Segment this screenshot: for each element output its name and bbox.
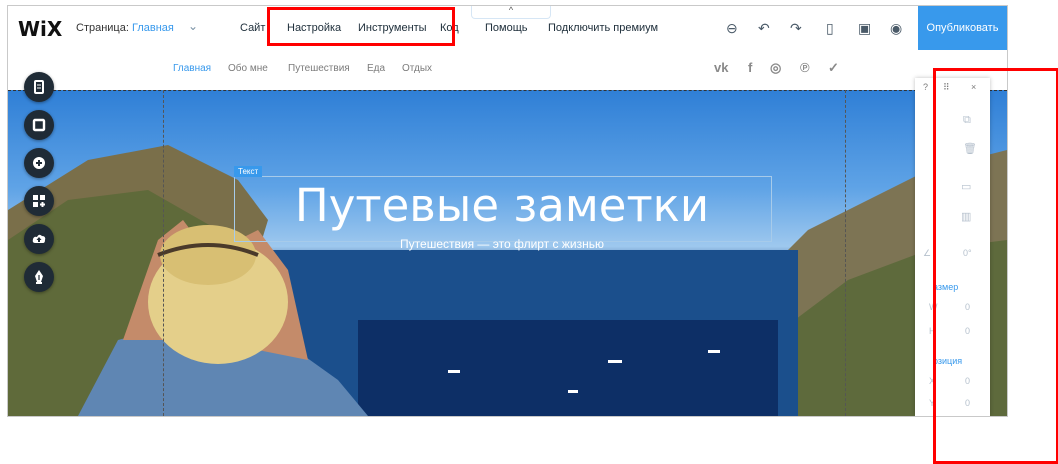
publish-button[interactable]: Опубликовать <box>918 6 1007 50</box>
editor-window: WiX Страница: Главная ⌄ Сайт Настройка И… <box>7 5 1008 417</box>
page-selector[interactable]: Страница: Главная <box>76 22 174 34</box>
instagram-icon[interactable]: ◎ <box>770 60 781 76</box>
undo-icon[interactable]: ↶ <box>758 20 770 37</box>
twitter-icon[interactable]: ✓ <box>828 60 839 76</box>
collapse-handle[interactable]: ^ <box>471 6 551 19</box>
page-label: Страница: <box>76 22 129 34</box>
site-navigation: Главная Обо мне Путешествия Еда Отдых vk… <box>8 50 1007 90</box>
nav-rest[interactable]: Отдых <box>402 63 432 74</box>
editor-topbar: WiX Страница: Главная ⌄ Сайт Настройка И… <box>8 6 1007 51</box>
menu-upgrade[interactable]: Подключить премиум <box>548 22 658 34</box>
hero-background-image <box>8 90 1007 416</box>
upload-media-icon[interactable] <box>24 224 54 254</box>
facebook-icon[interactable]: f <box>748 60 752 75</box>
zoom-out-icon[interactable]: ⊖ <box>726 20 738 37</box>
wix-logo[interactable]: WiX <box>18 17 62 41</box>
highlight-inspector-panel <box>933 68 1058 464</box>
page-value: Главная <box>131 22 174 34</box>
chevron-down-icon[interactable]: ⌄ <box>188 19 198 33</box>
nav-home[interactable]: Главная <box>173 63 211 74</box>
add-apps-icon[interactable] <box>24 186 54 216</box>
hero-scene <box>8 145 1007 416</box>
blog-pen-icon[interactable] <box>24 262 54 292</box>
pinterest-icon[interactable]: ℗ <box>800 60 810 75</box>
add-element-icon[interactable] <box>24 148 54 178</box>
save-icon[interactable]: ▣ <box>858 20 871 37</box>
nav-food[interactable]: Еда <box>367 63 385 74</box>
guide-left <box>163 90 164 416</box>
section-guide-top <box>8 90 1007 91</box>
help-icon[interactable]: ? <box>923 82 928 92</box>
pages-menu-icon[interactable] <box>24 72 54 102</box>
mobile-view-icon[interactable]: ▯ <box>826 20 834 37</box>
preview-eye-icon[interactable]: ◉ <box>890 20 902 37</box>
menu-help[interactable]: Помощь <box>485 22 528 34</box>
nav-about[interactable]: Обо мне <box>228 63 268 74</box>
menu-site[interactable]: Сайт <box>240 22 265 34</box>
vk-icon[interactable]: vk <box>714 60 728 75</box>
redo-icon[interactable]: ↷ <box>790 20 802 37</box>
highlight-settings-tools <box>267 7 455 46</box>
background-icon[interactable] <box>24 110 54 140</box>
hero-subtitle[interactable]: Путешествия — это флирт с жизнью <box>234 237 770 251</box>
angle-icon: ∠ <box>923 248 932 258</box>
nav-travel[interactable]: Путешествия <box>288 63 350 74</box>
guide-right <box>845 90 846 416</box>
hero-title[interactable]: Путевые заметки <box>234 176 770 236</box>
